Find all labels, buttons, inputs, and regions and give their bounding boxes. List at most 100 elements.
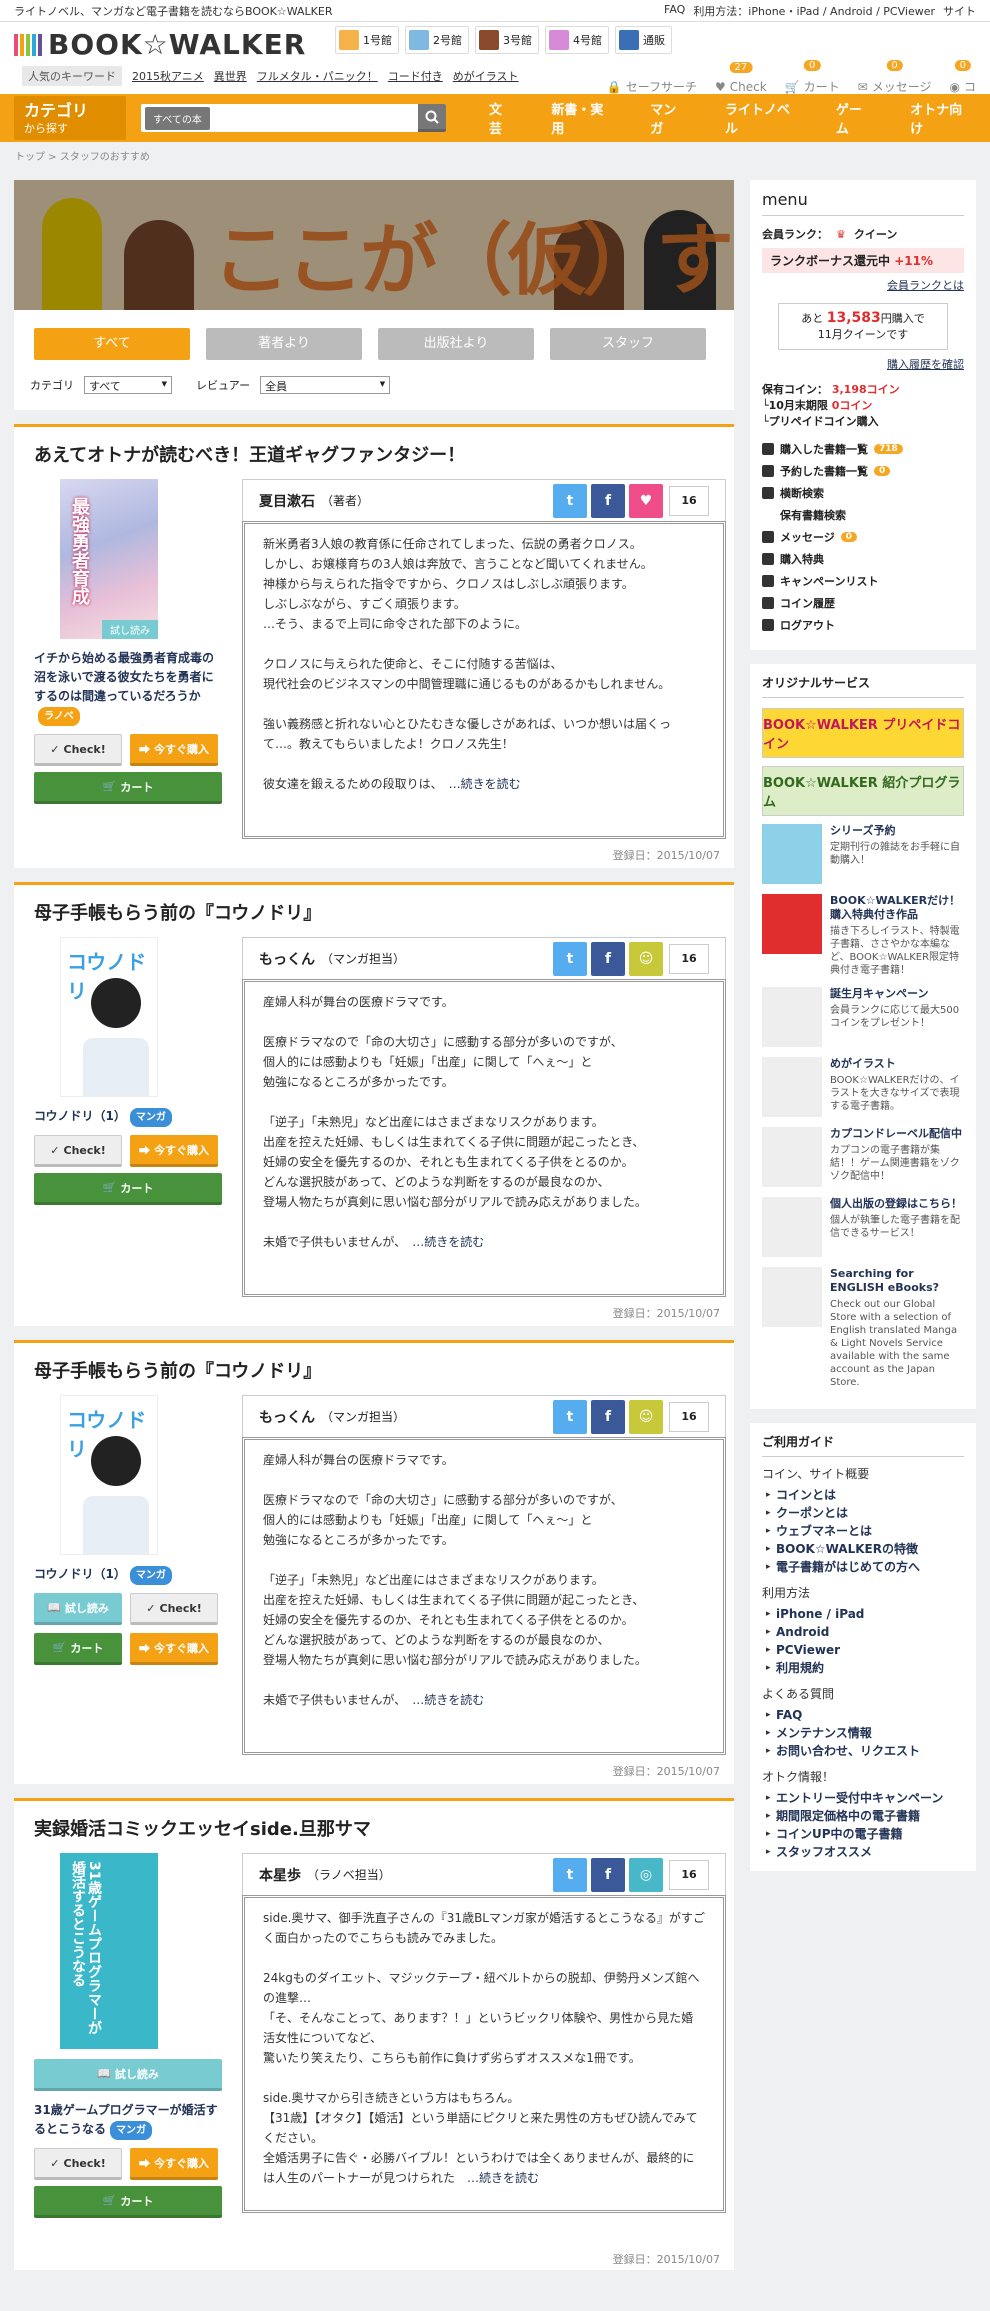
buy-now-button[interactable]: ⮕ 今すぐ購入 xyxy=(130,734,218,766)
filter-author-button[interactable]: 著者より xyxy=(206,328,362,360)
heart-icon[interactable]: ♥ xyxy=(629,483,663,518)
check-button[interactable]: ✓ Check! xyxy=(130,1593,218,1625)
breadcrumb[interactable]: トップ > スタッフのおすすめ xyxy=(0,142,990,164)
read-more-link[interactable]: …続きを読む xyxy=(449,777,521,791)
site-link[interactable]: サイト xyxy=(943,3,976,19)
service-item[interactable]: めがイラスト BOOK☆WALKERだけの、イラストを大きなサイズで表現する電子書… xyxy=(762,1057,964,1117)
check-button[interactable]: ✓ Check! xyxy=(34,734,122,766)
facebook-icon[interactable]: f xyxy=(591,483,625,518)
trial-read-button[interactable]: 📖 試し読み xyxy=(34,1593,122,1625)
book-title-link[interactable]: コウノドリ（1） マンガ xyxy=(34,1107,224,1127)
category-select[interactable]: すべて xyxy=(84,376,172,394)
keyword-link[interactable]: フルメタル・パニック！ xyxy=(257,68,378,84)
store-tab-3[interactable]: 3号館 xyxy=(475,26,539,54)
safe-search-button[interactable]: 🔒 セーフサーチ xyxy=(607,78,697,95)
store-tab-4[interactable]: 4号館 xyxy=(545,26,609,54)
service-item[interactable]: カプコンドレーベル配信中 カプコンの電子書籍が集結！！ゲーム関連書籍をゾクゾク配信… xyxy=(762,1127,964,1187)
menu-item-coin-history[interactable]: コイン履歴 xyxy=(762,592,964,614)
twitter-icon[interactable]: t xyxy=(553,1857,587,1892)
menu-item-reserved[interactable]: 予約した書籍一覧 0 xyxy=(762,460,964,482)
rank-info-link[interactable]: 会員ランクとは xyxy=(762,277,964,293)
twitter-icon[interactable]: t xyxy=(553,1399,587,1434)
guide-link[interactable]: メンテナンス情報 xyxy=(762,1724,964,1742)
guide-link[interactable]: iPhone / iPad xyxy=(762,1605,964,1623)
guide-link[interactable]: クーポンとは xyxy=(762,1504,964,1522)
check-button[interactable]: ✓ Check! xyxy=(34,2148,122,2180)
filter-all-button[interactable]: すべて xyxy=(34,328,190,360)
menu-item-logout[interactable]: ログアウト xyxy=(762,614,964,636)
purchase-history-link[interactable]: 購入履歴を確認 xyxy=(762,356,964,372)
guide-link[interactable]: 利用規約 xyxy=(762,1659,964,1677)
nav-link-game[interactable]: ゲーム xyxy=(817,99,891,137)
facebook-icon[interactable]: f xyxy=(591,1399,625,1434)
check-button[interactable]: ✓ Check! xyxy=(34,1135,122,1167)
service-item[interactable]: シリーズ予約 定期刊行の雑誌をお手軽に自動購入！ xyxy=(762,824,964,884)
keyword-link[interactable]: 2015秋アニメ xyxy=(132,68,204,84)
logo[interactable]: BOOK☆WALKER xyxy=(14,28,306,61)
service-item[interactable]: BOOK☆WALKERだけ！購入特典付き作品 描き下ろしイラスト、特製電子書籍、さ… xyxy=(762,894,964,977)
guide-link[interactable]: スタッフオススメ xyxy=(762,1843,964,1861)
facebook-icon[interactable]: f xyxy=(591,941,625,976)
book-title-link[interactable]: 31歳ゲームプログラマーが婚活するとこうなる マンガ xyxy=(34,2101,224,2140)
filter-publisher-button[interactable]: 出版社より xyxy=(378,328,534,360)
read-more-link[interactable]: …続きを読む xyxy=(467,2171,539,2185)
cart-button[interactable]: 0 🛒 カート xyxy=(785,60,840,95)
keyword-link[interactable]: めがイラスト xyxy=(453,68,519,84)
guide-link[interactable]: FAQ xyxy=(762,1706,964,1724)
nav-link-lightnovel[interactable]: ライトノベル xyxy=(706,99,817,137)
keyword-link[interactable]: 異世界 xyxy=(214,68,247,84)
buy-now-button[interactable]: ⮕ 今すぐ購入 xyxy=(130,1135,218,1167)
add-to-cart-button[interactable]: 🛒 カート xyxy=(34,1173,222,1205)
search-button[interactable] xyxy=(418,104,446,132)
nav-link-bungei[interactable]: 文芸 xyxy=(470,99,532,137)
smile-icon[interactable]: ☺ xyxy=(629,941,663,976)
read-more-link[interactable]: …続きを読む xyxy=(412,1235,484,1249)
coin-button[interactable]: 0 ◉ コ xyxy=(950,60,976,95)
guide-link[interactable]: BOOK☆WALKERの特徴 xyxy=(762,1540,964,1558)
read-more-link[interactable]: …続きを読む xyxy=(412,1693,484,1707)
book-cover[interactable]: 31歳ゲームプログラマーが婚活するとこうなる xyxy=(60,1853,158,2049)
trial-read-button[interactable]: 📖 試し読み xyxy=(34,2059,222,2091)
buy-now-button[interactable]: ⮕ 今すぐ購入 xyxy=(130,2148,218,2180)
store-tab-mail[interactable]: 通販 xyxy=(615,26,672,54)
referral-banner[interactable]: BOOK☆WALKER 紹介プログラム xyxy=(762,766,964,816)
guide-link[interactable]: 電子書籍がはじめての方へ xyxy=(762,1558,964,1576)
menu-item-message[interactable]: メッセージ 0 xyxy=(762,526,964,548)
search-scope-select[interactable]: すべての本 xyxy=(145,106,210,130)
book-cover[interactable]: 最強勇者育成 試し読み xyxy=(60,479,158,639)
service-item[interactable]: Searching for ENGLISH eBooks? Check out o… xyxy=(762,1267,964,1389)
service-item[interactable]: 誕生月キャンペーン 会員ランクに応じて最大500コインをプレゼント！ xyxy=(762,987,964,1047)
twitter-icon[interactable]: t xyxy=(553,941,587,976)
store-tab-2[interactable]: 2号館 xyxy=(405,26,469,54)
menu-item-purchased[interactable]: 購入した書籍一覧 718 xyxy=(762,438,964,460)
guide-link[interactable]: エントリー受付中キャンペーン xyxy=(762,1789,964,1807)
store-tab-1[interactable]: 1号館 xyxy=(335,26,399,54)
faq-link[interactable]: FAQ xyxy=(664,3,685,19)
bw-icon[interactable]: ◎ xyxy=(629,1857,663,1892)
prepaid-banner[interactable]: BOOK☆WALKER プリペイドコイン xyxy=(762,708,964,758)
check-list-button[interactable]: 27 ♥ Check xyxy=(715,61,767,94)
guide-link[interactable]: 期間限定価格中の電子書籍 xyxy=(762,1807,964,1825)
twitter-icon[interactable]: t xyxy=(553,483,587,518)
book-cover[interactable]: コウノドリ xyxy=(60,937,158,1097)
buy-now-button[interactable]: ⮕ 今すぐ購入 xyxy=(130,1633,218,1665)
prepaid-coin-link[interactable]: └プリペイドコイン購入 xyxy=(762,414,964,430)
menu-item-bonus[interactable]: 購入特典 xyxy=(762,548,964,570)
add-to-cart-button[interactable]: 🛒 カート xyxy=(34,1633,122,1665)
add-to-cart-button[interactable]: 🛒 カート xyxy=(34,772,222,804)
menu-item-owned-search[interactable]: 保有書籍検索 xyxy=(762,504,964,526)
service-item[interactable]: 個人出版の登録はこちら！ 個人が執筆した電子書籍を配信できるサービス！ xyxy=(762,1197,964,1257)
guide-link[interactable]: コインとは xyxy=(762,1486,964,1504)
guide-link[interactable]: Android xyxy=(762,1623,964,1641)
filter-staff-button[interactable]: スタッフ xyxy=(550,328,706,360)
guide-link[interactable]: コインUP中の電子書籍 xyxy=(762,1825,964,1843)
book-title-link[interactable]: イチから始める最強勇者育成毒の沼を泳いで渡る彼女たちを勇者にするのは間違っている… xyxy=(34,649,224,726)
facebook-icon[interactable]: f xyxy=(591,1857,625,1892)
usage-link[interactable]: 利用方法：iPhone・iPad / Android / PCViewer xyxy=(693,3,935,19)
guide-link[interactable]: ウェブマネーとは xyxy=(762,1522,964,1540)
guide-link[interactable]: お問い合わせ、リクエスト xyxy=(762,1742,964,1760)
book-title-link[interactable]: コウノドリ（1） マンガ xyxy=(34,1565,224,1585)
add-to-cart-button[interactable]: 🛒 カート xyxy=(34,2186,222,2218)
guide-link[interactable]: PCViewer xyxy=(762,1641,964,1659)
smile-icon[interactable]: ☺ xyxy=(629,1399,663,1434)
